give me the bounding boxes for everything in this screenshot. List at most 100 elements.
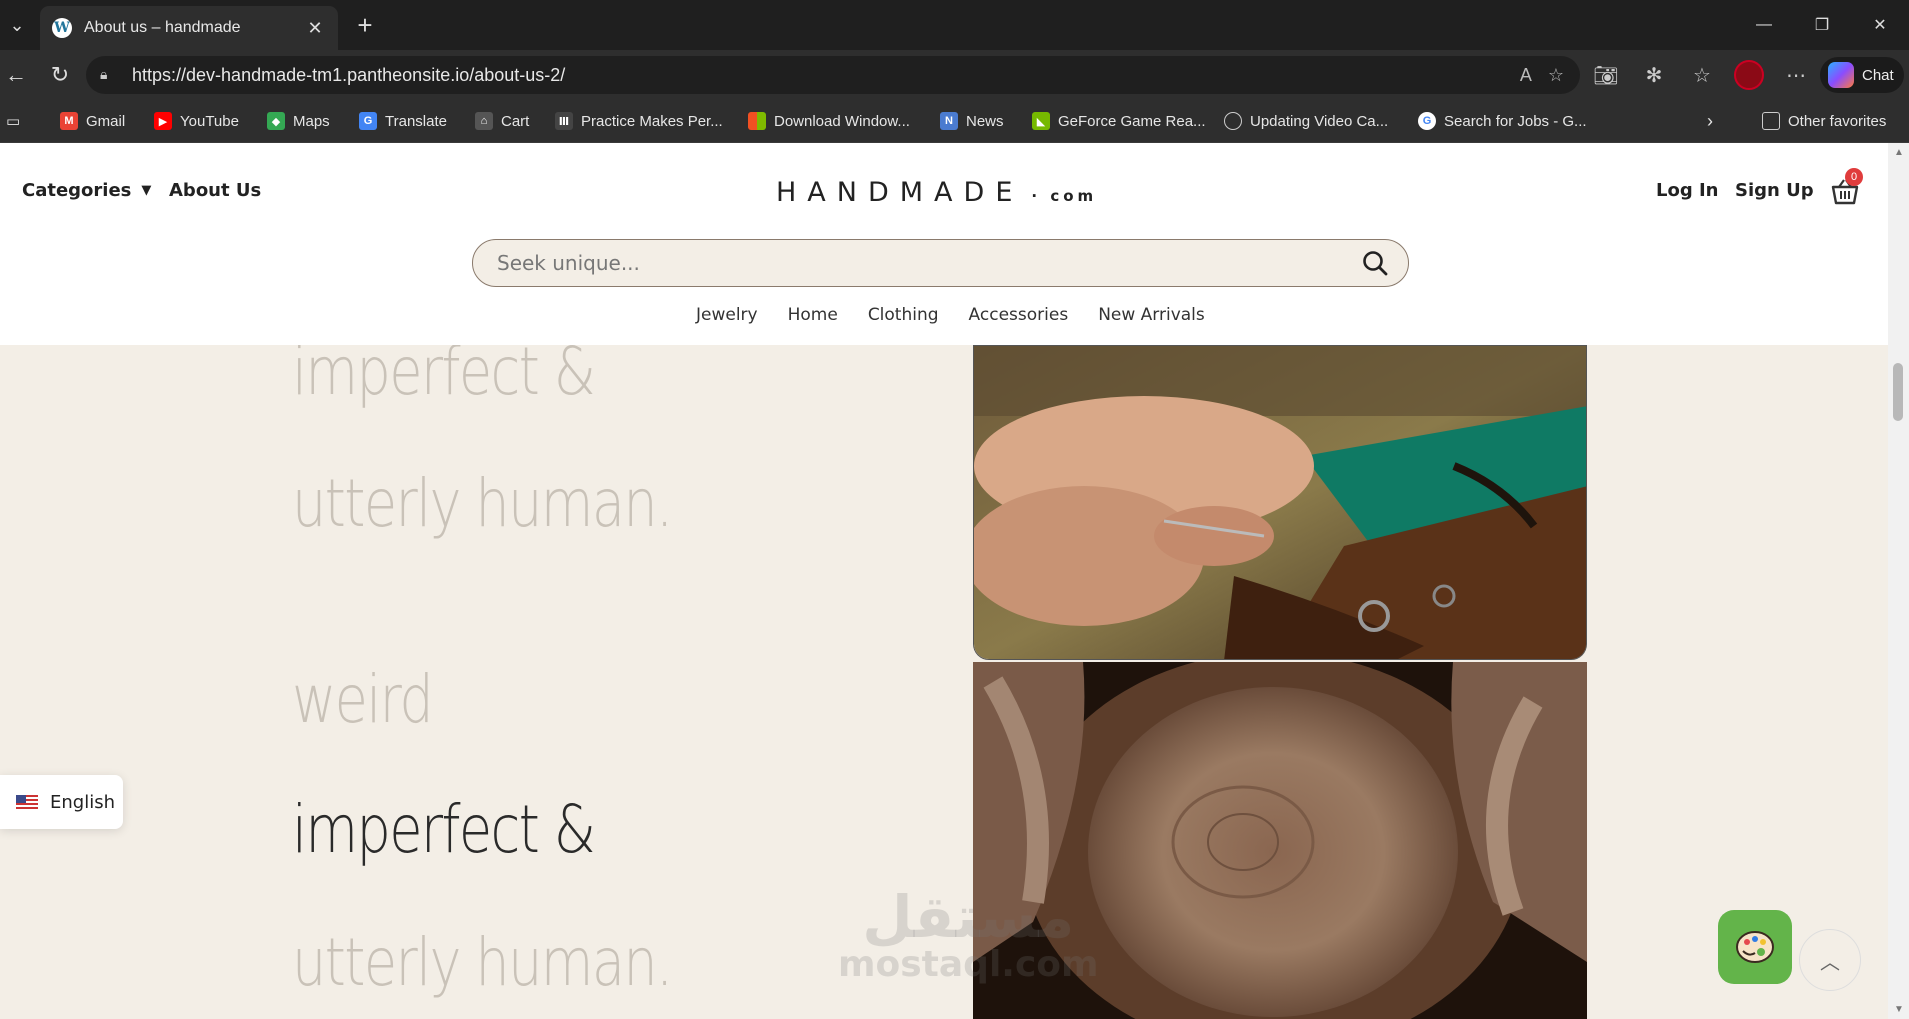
- hero-line: utterly human.: [292, 465, 673, 542]
- logo-text: HANDMADE: [776, 177, 1024, 208]
- bookmark-label: YouTube: [180, 112, 239, 130]
- profile-avatar[interactable]: [1734, 60, 1764, 90]
- screenshot-icon[interactable]: 📷︎: [1590, 59, 1622, 91]
- bookmark-maps[interactable]: ◆ Maps: [267, 110, 330, 132]
- leather-crafting-photo: [973, 345, 1587, 660]
- browser-tab[interactable]: W About us – handmade ✕: [40, 6, 338, 50]
- back-arrow-icon[interactable]: ←: [0, 59, 32, 91]
- bookmark-news[interactable]: N News: [940, 110, 1004, 132]
- bookmark-gmail[interactable]: M Gmail: [60, 110, 125, 132]
- nav-home[interactable]: Home: [788, 305, 838, 325]
- login-link[interactable]: Log In: [1656, 180, 1719, 201]
- gmail-icon: M: [60, 112, 78, 130]
- nav-clothing[interactable]: Clothing: [868, 305, 939, 325]
- copilot-icon: [1828, 62, 1854, 88]
- about-us-link[interactable]: About Us: [169, 180, 261, 201]
- site-header: Categories ▼ About Us HANDMADE · com Log …: [0, 143, 1888, 345]
- hero-line: weird: [292, 661, 434, 738]
- restore-icon[interactable]: ❐: [1793, 0, 1851, 50]
- tab-title: About us – handmade: [84, 19, 241, 36]
- bookmark-label: Translate: [385, 112, 447, 130]
- bookmark-translate[interactable]: G Translate: [359, 110, 447, 132]
- google-icon: G: [1418, 112, 1436, 130]
- translate-icon: G: [359, 112, 377, 130]
- bookmark-label: Updating Video Ca...: [1250, 112, 1389, 130]
- news-icon: N: [940, 112, 958, 130]
- search-bar: [472, 239, 1409, 287]
- hero-line-highlighted: imperfect &: [292, 791, 596, 868]
- page-scrollbar[interactable]: ▲ ▼: [1888, 143, 1909, 1019]
- watermark-arabic: مستقل: [862, 883, 1075, 951]
- category-nav: Jewelry Home Clothing Accessories New Ar…: [696, 305, 1205, 325]
- tab-list-chevron-icon[interactable]: ⌄: [0, 8, 34, 42]
- bookmark-label: Cart: [501, 112, 530, 130]
- window-close-icon[interactable]: ✕: [1851, 0, 1909, 50]
- bookmarks-overflow-chevron-icon[interactable]: ›: [1707, 110, 1713, 132]
- address-bar[interactable]: 🔒︎ https://dev-handmade-tm1.pantheonsite…: [86, 56, 1580, 94]
- search-icon[interactable]: [1362, 250, 1388, 276]
- other-favorites[interactable]: Other favorites: [1762, 110, 1886, 132]
- nav-new-arrivals[interactable]: New Arrivals: [1098, 305, 1205, 325]
- scroll-down-arrow-icon[interactable]: ▼: [1894, 1004, 1904, 1015]
- cart-count-badge: 0: [1845, 168, 1863, 186]
- bookmark-windows[interactable]: Download Window...: [748, 110, 910, 132]
- minimize-icon[interactable]: —: [1735, 0, 1793, 50]
- close-tab-icon[interactable]: ✕: [304, 18, 326, 39]
- nav-jewelry[interactable]: Jewelry: [696, 305, 758, 325]
- leather-crafting-image: [974, 346, 1586, 659]
- url-text[interactable]: https://dev-handmade-tm1.pantheonsite.io…: [132, 65, 1580, 86]
- refresh-icon[interactable]: ↻: [44, 59, 76, 91]
- language-label: English: [50, 791, 115, 813]
- bookmarks-bar: ▭ M Gmail ▶ YouTube ◆ Maps G Translate ⌂ Cart…: [0, 100, 1909, 143]
- globe-icon: [1224, 112, 1242, 130]
- chevron-down-icon: ▼: [141, 183, 152, 198]
- mostaql-watermark: مستقل mostaql.com: [838, 888, 1099, 984]
- signup-link[interactable]: Sign Up: [1735, 180, 1814, 201]
- bookmark-youtube[interactable]: ▶ YouTube: [154, 110, 239, 132]
- scroll-thumb[interactable]: [1893, 363, 1903, 421]
- extensions-icon[interactable]: ✻: [1638, 59, 1670, 91]
- bookmark-cart[interactable]: ⌂ Cart: [475, 110, 529, 132]
- bookmark-label: Download Window...: [774, 112, 910, 130]
- new-tab-button[interactable]: +: [350, 10, 380, 40]
- categories-menu[interactable]: Categories ▼: [22, 180, 151, 201]
- language-switcher[interactable]: English: [0, 775, 123, 829]
- folder-icon: [1762, 112, 1780, 130]
- chat-label: Chat: [1862, 66, 1894, 84]
- window-controls: — ❐ ✕: [1735, 0, 1909, 50]
- search-input[interactable]: [497, 251, 1362, 275]
- other-favorites-label: Other favorites: [1788, 112, 1887, 130]
- us-flag-icon: [16, 795, 38, 809]
- bookmark-label: Maps: [293, 112, 330, 130]
- bookmark-practice[interactable]: Ⅲ Practice Makes Per...: [555, 110, 723, 132]
- cart-icon: ⌂: [475, 112, 493, 130]
- copilot-chat-button[interactable]: Chat: [1820, 57, 1904, 93]
- page-viewport: imperfect & utterly human. weird imperfe…: [0, 143, 1888, 1019]
- bookmark-label: Gmail: [86, 112, 126, 130]
- logo-suffix: · com: [1031, 187, 1098, 205]
- site-info-icon[interactable]: 🔒︎: [100, 66, 118, 84]
- categories-label: Categories: [22, 180, 132, 201]
- reading-list-icon[interactable]: ▭: [6, 110, 20, 132]
- chat-widget-button[interactable]: [1718, 910, 1792, 984]
- logo-suffix-text: com: [1050, 187, 1098, 205]
- more-menu-icon[interactable]: ⋯: [1780, 59, 1812, 91]
- bookmark-updating-video[interactable]: Updating Video Ca...: [1224, 110, 1388, 132]
- scroll-to-top-button[interactable]: ︿: [1799, 929, 1861, 991]
- favorite-star-icon[interactable]: ☆: [1548, 65, 1564, 86]
- favorites-icon[interactable]: ☆: [1686, 59, 1718, 91]
- watermark-latin: mostaql.com: [838, 944, 1099, 985]
- windows-icon: [748, 112, 766, 130]
- nav-accessories[interactable]: Accessories: [969, 305, 1069, 325]
- bookmark-search-jobs[interactable]: G Search for Jobs - G...: [1418, 110, 1587, 132]
- bookmark-label: GeForce Game Rea...: [1058, 112, 1206, 130]
- site-logo[interactable]: HANDMADE · com: [776, 177, 1097, 208]
- bookmark-label: Practice Makes Per...: [581, 112, 723, 130]
- bookmark-geforce[interactable]: ◣ GeForce Game Rea...: [1032, 110, 1206, 132]
- scroll-up-arrow-icon[interactable]: ▲: [1894, 147, 1904, 158]
- bookmark-label: News: [966, 112, 1004, 130]
- maps-icon: ◆: [267, 112, 285, 130]
- browser-toolbar: ← ↻ 🔒︎ https://dev-handmade-tm1.pantheon…: [0, 50, 1909, 100]
- read-aloud-icon[interactable]: A: [1520, 65, 1532, 86]
- library-icon: Ⅲ: [555, 112, 573, 130]
